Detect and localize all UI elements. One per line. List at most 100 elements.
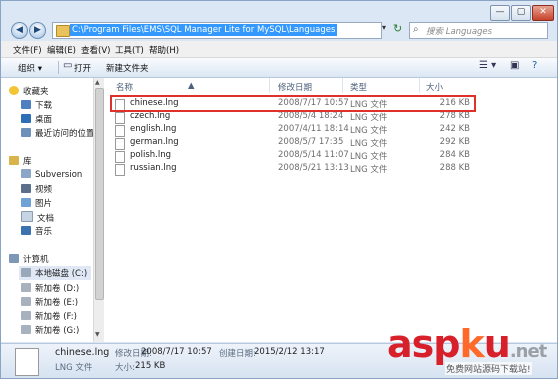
nav-favorites[interactable]: 收藏夹 (9, 85, 49, 97)
file-size: 288 KB (439, 163, 470, 173)
file-icon (115, 138, 125, 150)
nav-drive-c[interactable]: 本地磁盘 (C:) (19, 266, 92, 280)
nav-drive-g[interactable]: 新加卷 (G:) (21, 324, 79, 336)
nav-drive-e[interactable]: 新加卷 (E:) (21, 296, 78, 308)
drive-icon (21, 283, 31, 292)
nav-pictures[interactable]: 图片 (21, 197, 52, 209)
download-icon (21, 100, 31, 109)
close-button[interactable]: ✕ (532, 5, 554, 21)
watermark-text: u (483, 322, 511, 366)
scroll-up-icon[interactable]: ▲ (95, 79, 100, 86)
nav-label: 音乐 (35, 227, 53, 237)
file-row[interactable]: czech.lng 2008/5/4 18:24 LNG 文件 278 KB (104, 111, 557, 124)
menu-tools[interactable]: 工具(T) (115, 44, 144, 56)
recent-places-icon (21, 128, 31, 137)
music-icon (21, 226, 31, 235)
navigation-pane: 收藏夹 下载 桌面 最近访问的位置 库 Subversion 视频 图片 文档 … (1, 78, 94, 342)
nav-libraries[interactable]: 库 (9, 155, 32, 167)
nav-label: 新加卷 (G:) (35, 326, 80, 336)
nav-drive-f[interactable]: 新加卷 (F:) (21, 310, 77, 322)
file-type: LNG 文件 (350, 152, 388, 162)
minimize-button[interactable]: — (490, 5, 510, 21)
picture-icon (21, 198, 31, 207)
details-size-label: 大小: (115, 363, 135, 373)
details-modified-value: 2008/7/17 10:57 (141, 347, 212, 357)
nav-documents[interactable]: 文档 (21, 211, 55, 224)
nav-label: 桌面 (35, 115, 53, 125)
star-icon (9, 86, 19, 95)
menu-file[interactable]: 文件(F) (13, 44, 42, 56)
file-row[interactable]: russian.lng 2008/5/21 13:13 LNG 文件 288 KB (104, 163, 557, 176)
nav-subversion[interactable]: Subversion (21, 169, 82, 181)
nav-label: 文档 (37, 214, 55, 224)
file-row[interactable]: polish.lng 2008/5/14 11:07 LNG 文件 284 KB (104, 150, 557, 163)
menu-edit[interactable]: 编辑(E) (47, 44, 76, 56)
file-row[interactable]: german.lng 2008/5/7 17:35 LNG 文件 292 KB (104, 137, 557, 150)
column-type[interactable]: 类型 (350, 81, 367, 93)
drive-icon (21, 325, 31, 334)
address-bar[interactable]: C:\Program Files\EMS\SQL Manager Lite fo… (52, 22, 382, 39)
nav-label: 下载 (35, 101, 53, 111)
details-created-value: 2015/2/12 13:17 (254, 347, 325, 357)
scroll-thumb[interactable] (95, 88, 104, 300)
nav-label: 新加卷 (D:) (35, 284, 80, 294)
menu-view[interactable]: 查看(V) (81, 44, 110, 56)
file-list: 名称 ▲ 修改日期 类型 大小 chinese.lng 2008/7/17 10:… (104, 78, 557, 342)
menu-bar: 文件(F) 编辑(E) 查看(V) 工具(T) 帮助(H) (1, 41, 557, 58)
search-box[interactable]: ⌕ 搜索 Languages (409, 22, 548, 39)
file-type: LNG 文件 (350, 126, 388, 136)
nav-computer[interactable]: 计算机 (9, 253, 49, 265)
watermark-text: asp (387, 322, 460, 366)
file-size: 284 KB (439, 150, 470, 160)
address-dropdown-icon[interactable]: ▾ (382, 23, 386, 32)
menu-help[interactable]: 帮助(H) (149, 44, 179, 56)
file-type: LNG 文件 (350, 165, 388, 175)
file-size: 242 KB (439, 124, 470, 134)
command-bar: 组织 ▾ ▭ 打开 新建文件夹 ☰ ▾ ▣ ? (1, 58, 557, 78)
open-button[interactable]: 打开 (74, 62, 91, 74)
file-date: 2007/4/11 18:14 (278, 124, 349, 134)
drive-icon (21, 268, 31, 277)
nav-label: 计算机 (23, 255, 49, 265)
column-date[interactable]: 修改日期 (278, 81, 312, 93)
nav-recent[interactable]: 最近访问的位置 (21, 127, 93, 139)
column-name[interactable]: 名称 (116, 81, 133, 93)
refresh-icon[interactable]: ↻ (393, 22, 402, 35)
nav-music[interactable]: 音乐 (21, 225, 52, 237)
preview-pane-icon[interactable]: ▣ (510, 60, 519, 71)
nav-desktop[interactable]: 桌面 (21, 113, 52, 125)
file-name: polish.lng (130, 150, 171, 160)
nav-downloads[interactable]: 下载 (21, 99, 52, 111)
file-name: czech.lng (130, 111, 171, 121)
open-file-icon: ▭ (63, 60, 73, 71)
organize-button[interactable]: 组织 ▾ (18, 62, 42, 74)
nav-scrollbar[interactable]: ▲ ▼ (93, 78, 104, 342)
nav-label: 视频 (35, 185, 53, 195)
nav-label: 新加卷 (F:) (35, 312, 77, 322)
column-size[interactable]: 大小 (426, 81, 443, 93)
nav-drive-d[interactable]: 新加卷 (D:) (21, 282, 79, 294)
back-button[interactable]: ◀ (11, 22, 28, 39)
maximize-button[interactable]: ▢ (511, 5, 531, 21)
nav-label: 新加卷 (E:) (35, 298, 79, 308)
subversion-icon (21, 169, 31, 178)
file-icon (115, 125, 125, 137)
file-size: 292 KB (439, 137, 470, 147)
help-icon[interactable]: ? (532, 60, 537, 71)
address-path[interactable]: C:\Program Files\EMS\SQL Manager Lite fo… (70, 24, 338, 36)
nav-videos[interactable]: 视频 (21, 183, 52, 195)
new-folder-button[interactable]: 新建文件夹 (106, 62, 149, 74)
scroll-down-icon[interactable]: ▼ (95, 331, 100, 338)
file-size: 278 KB (439, 111, 470, 121)
video-icon (21, 184, 31, 193)
column-divider (342, 78, 343, 93)
file-row[interactable]: english.lng 2007/4/11 18:14 LNG 文件 242 KB (104, 124, 557, 137)
file-type: LNG 文件 (350, 139, 388, 149)
forward-button[interactable]: ▶ (29, 22, 46, 39)
computer-icon (9, 254, 19, 263)
details-size-value: 215 KB (135, 361, 166, 371)
view-options-icon[interactable]: ☰ ▾ (479, 60, 496, 71)
file-preview-icon (15, 348, 39, 376)
file-name: russian.lng (130, 163, 177, 173)
details-created-label: 创建日期: (219, 349, 256, 359)
